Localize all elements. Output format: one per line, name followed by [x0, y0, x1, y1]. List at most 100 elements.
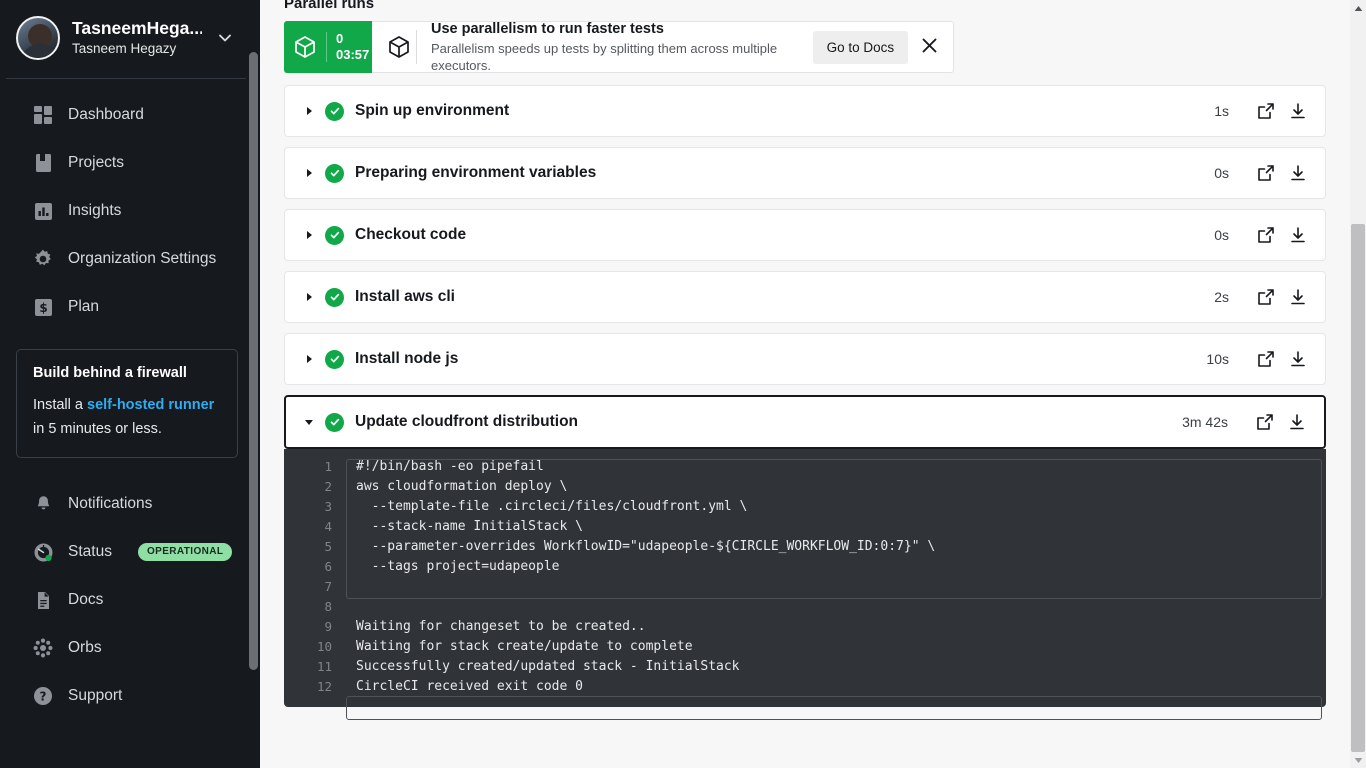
cube-icon [382, 35, 416, 59]
line-number: 10 [316, 639, 332, 654]
step-row-expanded[interactable]: Update cloudfront distribution 3m 42s [284, 395, 1326, 449]
close-banner-button[interactable] [914, 30, 945, 64]
step-row[interactable]: Install aws cli 2s [284, 271, 1326, 323]
dollar-icon: $ [32, 296, 54, 318]
self-hosted-runner-link[interactable]: self-hosted runner [87, 397, 214, 413]
scroll-up-arrow[interactable] [1350, 0, 1366, 16]
sidebar-item-status[interactable]: Status OPERATIONAL [0, 528, 260, 576]
step-row[interactable]: Checkout code 0s [284, 209, 1326, 261]
line-number: 6 [324, 559, 332, 574]
line-text: aws cloudformation deploy \ [356, 479, 568, 494]
sidebar-item-support[interactable]: ? Support [0, 672, 260, 720]
external-link-icon[interactable] [1253, 284, 1279, 310]
sidebar-item-orbs[interactable]: Orbs [0, 624, 260, 672]
external-link-icon[interactable] [1253, 160, 1279, 186]
sidebar-item-organization-settings[interactable]: Organization Settings [0, 235, 260, 283]
log-line: 2 aws cloudformation deploy \ [284, 477, 1326, 497]
banner-divider [416, 30, 417, 64]
sidebar-label: Docs [68, 591, 104, 608]
step-log-output[interactable]: 1 #!/bin/bash -eo pipefail 2 aws cloudfo… [284, 449, 1326, 720]
step-row[interactable]: Preparing environment variables 0s [284, 147, 1326, 199]
main-inner: Parallel runs 0 03:57 Use parallelism to… [260, 0, 1366, 720]
sidebar-item-dashboard[interactable]: Dashboard [0, 91, 260, 139]
step-name: Install node js [355, 350, 459, 367]
org-switcher[interactable]: TasneemHega... Tasneem Hegazy [0, 0, 260, 78]
step-duration: 1s [1214, 103, 1229, 119]
log-line: 3 --template-file .circleci/files/cloudf… [284, 497, 1326, 517]
sidebar-label: Plan [68, 298, 100, 315]
chevron-right-icon [301, 292, 317, 302]
gauge-icon [32, 541, 54, 563]
log-line: 9 Waiting for changeset to be created.. [284, 617, 1326, 637]
sidebar-scrollbar[interactable] [246, 0, 260, 768]
line-number: 11 [316, 659, 332, 674]
sidebar-item-docs[interactable]: Docs [0, 576, 260, 624]
question-circle-icon: ? [32, 685, 54, 707]
download-icon[interactable] [1285, 98, 1311, 124]
banner-heading: Use parallelism to run faster tests [431, 21, 664, 37]
sidebar-item-notifications[interactable]: Notifications [0, 480, 260, 528]
chevron-right-icon [301, 168, 317, 178]
download-icon[interactable] [1285, 284, 1311, 310]
step-duration: 3m 42s [1182, 414, 1228, 430]
log-exit-code-outline [346, 696, 1322, 720]
step-row[interactable]: Spin up environment 1s [284, 85, 1326, 137]
line-number: 12 [316, 679, 332, 694]
step-name: Checkout code [355, 226, 467, 243]
promo-text-after: in 5 minutes or less. [33, 421, 162, 437]
close-icon [921, 37, 938, 57]
download-icon[interactable] [1285, 160, 1311, 186]
orbs-icon [32, 637, 54, 659]
sidebar-primary-nav: Dashboard Projects Insights Organization… [0, 79, 260, 331]
external-link-icon[interactable] [1253, 222, 1279, 248]
parallel-run-chip[interactable]: 0 03:57 [284, 21, 372, 73]
promo-title: Build behind a firewall [33, 365, 187, 381]
sidebar-label: Dashboard [68, 106, 144, 123]
org-username: Tasneem Hegazy [72, 41, 177, 56]
download-icon[interactable] [1284, 409, 1310, 435]
log-line: 5 --parameter-overrides WorkflowID="udap… [284, 537, 1326, 557]
line-number: 7 [324, 579, 332, 594]
download-icon[interactable] [1285, 346, 1311, 372]
sidebar-item-insights[interactable]: Insights [0, 187, 260, 235]
main-scrollbar[interactable] [1350, 0, 1366, 768]
chevron-right-icon [301, 354, 317, 364]
sidebar-item-projects[interactable]: Projects [0, 139, 260, 187]
sidebar-item-plan[interactable]: $ Plan [0, 283, 260, 331]
document-icon [32, 589, 54, 611]
step-duration: 0s [1214, 165, 1229, 181]
sidebar-label: Projects [68, 154, 124, 171]
line-text: --stack-name InitialStack \ [356, 519, 583, 534]
line-number: 3 [324, 499, 332, 514]
parallelism-promo-banner: Use parallelism to run faster tests Para… [372, 21, 954, 73]
go-to-docs-button[interactable]: Go to Docs [812, 30, 909, 64]
external-link-icon[interactable] [1253, 346, 1279, 372]
line-number: 8 [324, 599, 332, 614]
scroll-down-arrow[interactable] [1350, 752, 1366, 768]
log-line: 10 Waiting for stack create/update to co… [284, 637, 1326, 657]
sidebar-label: Status [68, 543, 112, 560]
external-link-icon[interactable] [1252, 409, 1278, 435]
chevron-right-icon [301, 106, 317, 116]
external-link-icon[interactable] [1253, 98, 1279, 124]
sidebar-label: Organization Settings [68, 250, 217, 267]
line-number: 5 [324, 539, 332, 554]
chevron-down-icon[interactable] [214, 27, 236, 49]
status-badge: OPERATIONAL [137, 543, 233, 561]
cube-icon [284, 35, 326, 59]
line-number: 4 [324, 519, 332, 534]
chevron-down-icon [301, 417, 317, 427]
sidebar-scrollbar-thumb[interactable] [249, 52, 258, 670]
step-duration: 10s [1206, 351, 1229, 367]
chip-values: 0 03:57 [327, 31, 369, 63]
main-scrollbar-thumb[interactable] [1351, 224, 1365, 752]
sidebar-secondary-nav: Notifications Status OPERATIONAL Docs Or… [0, 480, 260, 720]
step-row[interactable]: Install node js 10s [284, 333, 1326, 385]
download-icon[interactable] [1285, 222, 1311, 248]
step-name: Update cloudfront distribution [355, 413, 579, 430]
sidebar-label: Orbs [68, 639, 102, 656]
promo-body: Install a self-hosted runner in 5 minute… [33, 393, 221, 441]
status-success-icon [325, 349, 344, 369]
self-hosted-runner-promo: Build behind a firewall Install a self-h… [16, 349, 238, 458]
parallel-duration: 03:57 [336, 47, 370, 62]
